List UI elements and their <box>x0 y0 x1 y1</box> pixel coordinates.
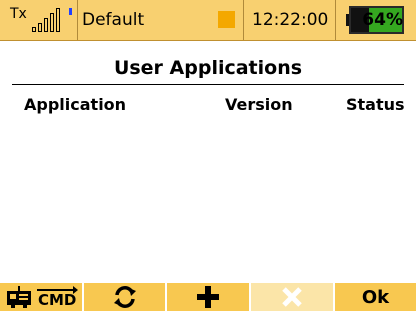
refresh-icon <box>113 286 136 308</box>
column-header-application: Application <box>24 95 127 114</box>
delete-key[interactable] <box>251 283 333 311</box>
softkey-bar: CMD Ok <box>0 283 416 311</box>
cmd-key[interactable]: CMD <box>0 283 82 311</box>
add-key[interactable] <box>167 283 249 311</box>
cmd-key-label: CMD <box>38 291 77 309</box>
applications-list <box>0 118 416 282</box>
signal-dot-icon <box>69 8 72 15</box>
clock: 12:22:00 <box>252 10 329 30</box>
title-divider <box>12 84 404 85</box>
model-name[interactable]: Default <box>82 10 144 30</box>
refresh-key[interactable] <box>84 283 165 311</box>
battery-percent: 64% <box>362 10 403 30</box>
transmitter-signal: Tx <box>0 0 78 40</box>
tx-label: Tx <box>10 6 27 22</box>
ok-key-label: Ok <box>361 286 390 308</box>
column-header-version: Version <box>225 95 293 114</box>
model-indicator-icon <box>218 11 235 28</box>
status-divider <box>335 0 336 40</box>
status-divider <box>243 0 244 40</box>
close-icon <box>282 287 302 307</box>
page-title: User Applications <box>113 57 303 79</box>
status-bar: Tx Default 12:22:00 64% <box>0 0 416 41</box>
plus-icon <box>197 286 219 308</box>
ok-key[interactable]: Ok <box>335 283 416 311</box>
column-header-status: Status <box>346 95 405 114</box>
